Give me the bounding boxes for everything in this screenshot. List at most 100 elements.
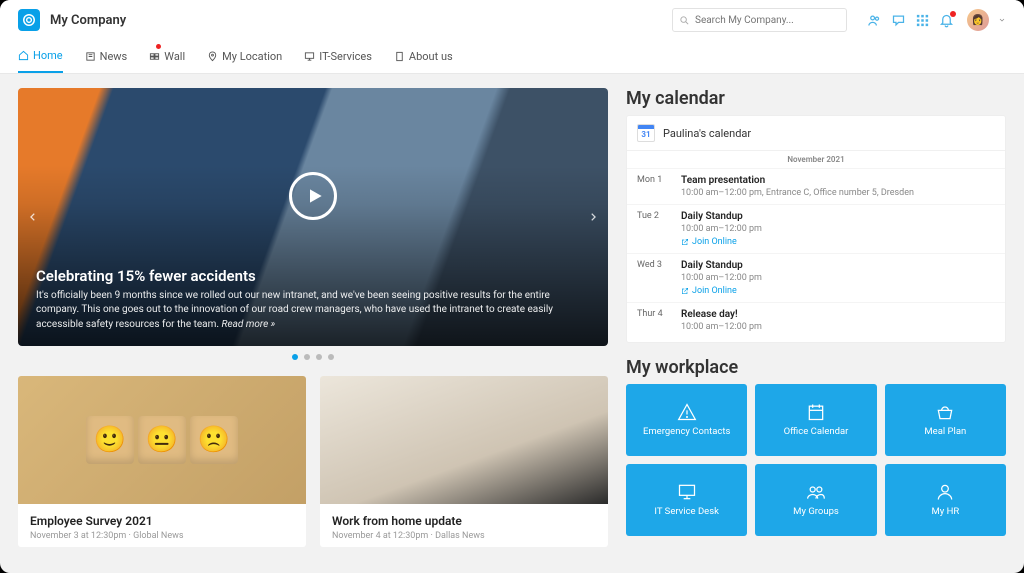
carousel-dot[interactable] — [316, 354, 322, 360]
wall-icon — [149, 51, 160, 62]
join-link[interactable]: Join Online — [681, 237, 995, 247]
card-image: 🙂 😐 🙁 — [18, 376, 306, 504]
event-detail: 10:00 am–12:00 pm — [681, 322, 995, 332]
warning-icon — [677, 402, 697, 422]
calendar-section: My calendar 31 Paulina's calendar Novemb… — [626, 88, 1006, 343]
search-input[interactable] — [695, 15, 840, 26]
carousel-dot[interactable] — [328, 354, 334, 360]
nav-home[interactable]: Home — [18, 40, 63, 73]
notification-badge — [156, 44, 161, 49]
event-detail: 10:00 am–12:00 pm, Entrance C, Office nu… — [681, 188, 995, 198]
basket-icon — [935, 402, 955, 422]
user-avatar[interactable]: 👩 — [967, 9, 989, 31]
home-icon — [18, 50, 29, 61]
event-day: Tue 2 — [637, 211, 671, 247]
company-logo[interactable] — [18, 9, 40, 31]
tile-groups[interactable]: My Groups — [755, 464, 876, 536]
tile-hr[interactable]: My HR — [885, 464, 1006, 536]
nav-location[interactable]: My Location — [207, 40, 282, 73]
content: Celebrating 15% fewer accidents It's off… — [0, 74, 1024, 573]
notification-badge — [950, 11, 956, 17]
calendar-icon: 31 — [637, 124, 655, 142]
section-heading: My calendar — [626, 88, 1006, 109]
person-icon — [935, 482, 955, 502]
external-link-icon — [681, 287, 689, 295]
event-day: Thur 4 — [637, 309, 671, 332]
news-icon — [85, 51, 96, 62]
calendar-icon — [806, 402, 826, 422]
hero-slide[interactable]: Celebrating 15% fewer accidents It's off… — [18, 88, 608, 346]
event-title: Release day! — [681, 309, 995, 320]
calendar-event[interactable]: Wed 3 Daily Standup 10:00 am–12:00 pm Jo… — [627, 253, 1005, 302]
event-detail: 10:00 am–12:00 pm — [681, 224, 995, 234]
carousel-prev[interactable] — [24, 203, 42, 231]
monitor-icon — [677, 482, 697, 502]
people-icon[interactable] — [867, 13, 882, 28]
tile-meal[interactable]: Meal Plan — [885, 384, 1006, 456]
news-card[interactable]: 🙂 😐 🙁 Employee Survey 2021 November 3 at… — [18, 376, 306, 547]
nav-label: About us — [409, 50, 453, 63]
tile-emergency[interactable]: Emergency Contacts — [626, 384, 747, 456]
topbar: My Company 👩 — [0, 0, 1024, 40]
event-day: Mon 1 — [637, 175, 671, 198]
carousel-dot[interactable] — [304, 354, 310, 360]
external-link-icon — [681, 238, 689, 246]
chevron-down-icon[interactable] — [998, 16, 1006, 24]
event-detail: 10:00 am–12:00 pm — [681, 273, 995, 283]
calendar-widget: 31 Paulina's calendar November 2021 Mon … — [626, 115, 1006, 343]
calendar-month: November 2021 — [627, 151, 1005, 168]
nav-label: Wall — [164, 50, 185, 63]
main-nav: Home News Wall My Location IT-Services A… — [0, 40, 1024, 74]
main-column: Celebrating 15% fewer accidents It's off… — [18, 88, 608, 559]
carousel-dot[interactable] — [292, 354, 298, 360]
card-meta: November 4 at 12:30pm · Dallas News — [332, 531, 596, 541]
nav-it[interactable]: IT-Services — [304, 40, 372, 73]
card-title: Work from home update — [332, 514, 596, 528]
news-card[interactable]: Work from home update November 4 at 12:3… — [320, 376, 608, 547]
app-window: My Company 👩 Home News Wall — [0, 0, 1024, 573]
tile-calendar[interactable]: Office Calendar — [755, 384, 876, 456]
nav-about[interactable]: About us — [394, 40, 453, 73]
workplace-section: My workplace Emergency Contacts Office C… — [626, 357, 1006, 536]
nav-label: My Location — [222, 50, 282, 63]
nav-label: IT-Services — [319, 50, 372, 63]
card-image — [320, 376, 608, 504]
nav-label: Home — [33, 49, 63, 62]
search-box[interactable] — [672, 8, 847, 32]
apps-icon[interactable] — [915, 13, 930, 28]
emoji-block: 🙁 — [190, 416, 238, 464]
brand-name: My Company — [50, 13, 126, 28]
hero-title: Celebrating 15% fewer accidents — [36, 267, 590, 285]
tile-itdesk[interactable]: IT Service Desk — [626, 464, 747, 536]
calendar-event[interactable]: Mon 1 Team presentation 10:00 am–12:00 p… — [627, 168, 1005, 204]
monitor-icon — [304, 51, 315, 62]
side-column: My calendar 31 Paulina's calendar Novemb… — [626, 88, 1006, 559]
carousel-next[interactable] — [584, 203, 602, 231]
event-title: Daily Standup — [681, 211, 995, 222]
calendar-event[interactable]: Thur 4 Release day! 10:00 am–12:00 pm — [627, 302, 1005, 338]
calendar-header[interactable]: 31 Paulina's calendar — [627, 116, 1005, 151]
hero-carousel-wrapper: Celebrating 15% fewer accidents It's off… — [18, 88, 608, 360]
workplace-tiles: Emergency Contacts Office Calendar Meal … — [626, 384, 1006, 536]
read-more-link[interactable]: Read more » — [222, 319, 276, 330]
location-icon — [207, 51, 218, 62]
carousel-dots — [18, 354, 608, 360]
group-icon — [806, 482, 826, 502]
building-icon — [394, 51, 405, 62]
join-link[interactable]: Join Online — [681, 286, 995, 296]
event-title: Team presentation — [681, 175, 995, 186]
bell-icon[interactable] — [939, 13, 954, 28]
play-button[interactable] — [289, 172, 337, 220]
calendar-event[interactable]: Tue 2 Daily Standup 10:00 am–12:00 pm Jo… — [627, 204, 1005, 253]
nav-wall[interactable]: Wall — [149, 40, 185, 73]
topbar-actions: 👩 — [867, 9, 1006, 31]
section-heading: My workplace — [626, 357, 1006, 378]
card-meta: November 3 at 12:30pm · Global News — [30, 531, 294, 541]
news-cards: 🙂 😐 🙁 Employee Survey 2021 November 3 at… — [18, 376, 608, 547]
nav-label: News — [100, 50, 128, 63]
emoji-block: 🙂 — [86, 416, 134, 464]
chat-icon[interactable] — [891, 13, 906, 28]
event-day: Wed 3 — [637, 260, 671, 296]
nav-news[interactable]: News — [85, 40, 128, 73]
hero-body: It's officially been 9 months since we r… — [36, 289, 556, 333]
